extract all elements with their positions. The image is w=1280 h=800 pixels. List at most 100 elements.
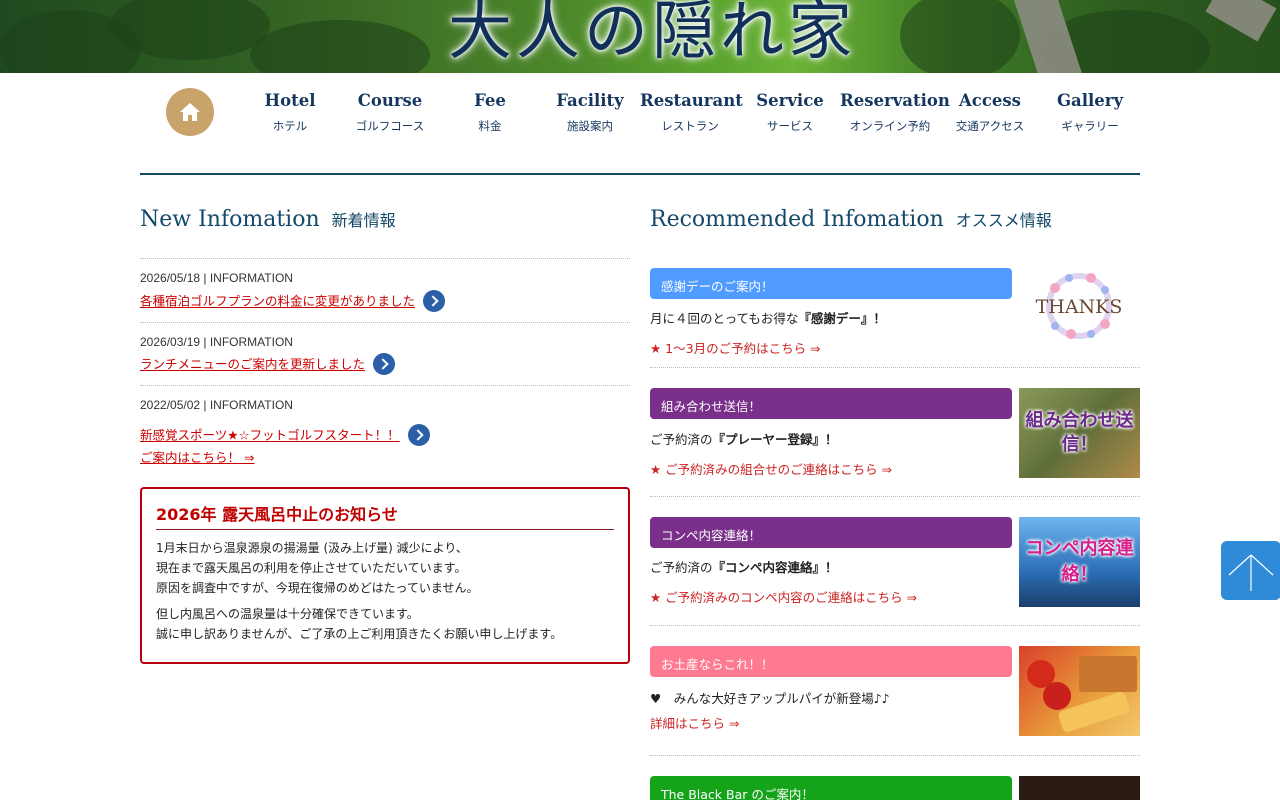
nav-label-jp: レストラン: [661, 119, 719, 133]
nav-item-restaurant[interactable]: Restaurant レストラン: [640, 91, 743, 133]
nav-label-jp: 交通アクセス: [955, 119, 1025, 133]
thanks-thumb-text: THANKS: [1036, 296, 1123, 318]
nav-item-fee[interactable]: Fee 料金: [440, 91, 540, 133]
notice-title: 2026年 露天風呂中止のお知らせ: [156, 501, 614, 530]
nav-label-en: Hotel: [264, 91, 316, 110]
hero-banner: 大人の隠れ家: [0, 0, 1280, 73]
nav-label-en: Facility: [556, 91, 624, 110]
news-item: 2026/03/19 | INFORMATION ランチメニューのご案内を更新し…: [140, 322, 630, 385]
nav-label-jp: サービス: [767, 119, 813, 133]
nav-label-jp: ホテル: [272, 119, 308, 133]
arrow-right-icon[interactable]: [423, 290, 446, 312]
main-nav: Hotel ホテル Course ゴルフコース Fee 料金 Facility …: [140, 73, 1140, 175]
thumb-text: コンペ内容連絡！: [1025, 538, 1134, 585]
recommend-card: The Black Bar のご案内！: [650, 776, 1140, 800]
news-link[interactable]: 各種宿泊ゴルフプランの料金に変更がありました: [140, 294, 415, 309]
nav-label-jp: オンライン予約: [849, 119, 931, 133]
recommend-card-desc: 月に４回のとってもお得な『感謝デー』！: [650, 308, 886, 327]
news-link[interactable]: 新感覚スポーツ★☆フットゴルフスタート！！: [140, 428, 400, 443]
news-title-jp: 新着情報: [331, 211, 396, 230]
thumb-text: 組み合わせ送信！: [1025, 410, 1134, 455]
recommend-card-link[interactable]: ★ ご予約済みのコンペ内容のご連絡はこちら ⇒: [650, 587, 917, 606]
notice-paragraph: 1月末日から温泉源泉の揚湯量 (汲み上げ量) 減少により、 現在まで露天風呂の利…: [156, 538, 614, 598]
nav-label-en: Reservation: [840, 91, 950, 110]
notice-line: 但し内風呂への温泉量は十分確保できています。: [156, 607, 419, 621]
recommend-card-header[interactable]: コンペ内容連絡！: [650, 517, 1012, 548]
desc-text: ♥ みんな大好きアップルパイが新登場♪♪: [650, 691, 890, 706]
nav-item-hotel[interactable]: Hotel ホテル: [240, 91, 340, 133]
news-section-title: New Infomation 新着情報: [140, 207, 396, 232]
news-item: 2026/05/18 | INFORMATION 各種宿泊ゴルフプランの料金に変…: [140, 258, 630, 322]
arrow-right-icon[interactable]: [373, 353, 396, 375]
nav-label-en: Fee: [474, 91, 506, 110]
nav-item-course[interactable]: Course ゴルフコース: [340, 91, 440, 133]
news-link[interactable]: ランチメニューのご案内を更新しました: [140, 357, 365, 372]
black-bar-thumbnail[interactable]: [1019, 776, 1140, 800]
nav-label-jp: ゴルフコース: [355, 119, 425, 133]
recommend-card-link[interactable]: 詳細はこちら ⇒: [650, 713, 739, 732]
desc-text: ご予約済の: [650, 560, 713, 575]
news-meta: 2022/05/02 | INFORMATION: [140, 398, 293, 412]
nav-item-service[interactable]: Service サービス: [740, 91, 840, 133]
recommend-card: 組み合わせ送信！ ご予約済の『プレーヤー登録』！ ★ ご予約済みの組合せのご連絡…: [650, 388, 1140, 497]
recommend-card-header[interactable]: 組み合わせ送信！: [650, 388, 1012, 419]
recommend-card: 感謝デーのご案内！ 月に４回のとってもお得な『感謝デー』！ ★ 1～3月のご予約…: [650, 268, 1140, 368]
notice-box: 2026年 露天風呂中止のお知らせ 1月末日から温泉源泉の揚湯量 (汲み上げ量)…: [140, 487, 630, 664]
apple-pie-thumbnail[interactable]: [1019, 646, 1140, 736]
nav-item-facility[interactable]: Facility 施設案内: [540, 91, 640, 133]
notice-line: 1月末日から温泉源泉の揚湯量 (汲み上げ量) 減少により、: [156, 541, 468, 555]
recommend-card-header[interactable]: The Black Bar のご案内！: [650, 776, 1012, 800]
recommend-card-desc: ご予約済の『コンペ内容連絡』！: [650, 557, 838, 576]
thanks-thumbnail[interactable]: THANKS: [1019, 268, 1140, 358]
hero-title: 大人の隠れ家: [448, 0, 856, 69]
thanks-wreath-image: THANKS: [1036, 273, 1123, 339]
player-registration-thumbnail[interactable]: 組み合わせ送信！: [1019, 388, 1140, 478]
arrow-up-icon: [1228, 554, 1274, 591]
competition-thumbnail[interactable]: コンペ内容連絡！: [1019, 517, 1140, 607]
recommend-card-header[interactable]: 感謝デーのご案内！: [650, 268, 1012, 299]
desc-emphasis: 『感謝デー』！: [798, 311, 886, 326]
hero-road-decoration: [1205, 0, 1277, 42]
home-icon: [180, 103, 200, 121]
news-meta: 2026/05/18 | INFORMATION: [140, 271, 293, 285]
news-meta: 2026/03/19 | INFORMATION: [140, 335, 293, 349]
desc-emphasis: 『プレーヤー登録』！: [712, 432, 838, 447]
news-link-row: 新感覚スポーツ★☆フットゴルフスタート！！: [140, 424, 430, 446]
news-link-row: ランチメニューのご案内を更新しました: [140, 353, 396, 375]
nav-item-reservation[interactable]: Reservation オンライン予約: [840, 91, 950, 133]
recommend-card-link[interactable]: ★ 1～3月のご予約はこちら ⇒: [650, 338, 821, 357]
back-to-top-button[interactable]: [1221, 541, 1280, 600]
news-link-row: 各種宿泊ゴルフプランの料金に変更がありました: [140, 290, 446, 312]
recommended-title-jp: オススメ情報: [955, 211, 1052, 230]
apple-pie-image: [1027, 656, 1137, 732]
nav-label-jp: 料金: [478, 119, 502, 133]
nav-item-gallery[interactable]: Gallery ギャラリー: [1040, 91, 1140, 133]
news-link-secondary[interactable]: ご案内はこちら！ ⇒: [140, 447, 254, 466]
recommended-title-en: Recommended Infomation: [650, 207, 944, 232]
recommend-card-desc: ご予約済の『プレーヤー登録』！: [650, 429, 838, 448]
recommend-card-header[interactable]: お土産ならこれ！！: [650, 646, 1012, 677]
news-item: 2022/05/02 | INFORMATION 新感覚スポーツ★☆フットゴルフ…: [140, 385, 630, 470]
nav-label-en: Gallery: [1056, 91, 1124, 110]
recommend-card: コンペ内容連絡！ ご予約済の『コンペ内容連絡』！ ★ ご予約済みのコンペ内容のご…: [650, 517, 1140, 626]
desc-text: ご予約済の: [650, 432, 713, 447]
recommended-section-title: Recommended Infomation オススメ情報: [650, 207, 1052, 232]
nav-label-jp: 施設案内: [567, 119, 613, 133]
recommend-card: お土産ならこれ！！ ♥ みんな大好きアップルパイが新登場♪♪ 詳細はこちら ⇒: [650, 646, 1140, 756]
nav-label-en: Restaurant: [640, 91, 743, 110]
desc-emphasis: 『コンペ内容連絡』！: [712, 560, 838, 575]
nav-label-en: Access: [959, 91, 1021, 110]
recommend-card-desc: ♥ みんな大好きアップルパイが新登場♪♪: [650, 688, 890, 707]
hero-tree-decoration: [250, 20, 430, 73]
notice-paragraph: 但し内風呂への温泉量は十分確保できています。 誠に申し訳ありませんが、ご了承の上…: [156, 604, 614, 644]
nav-label-en: Service: [756, 91, 824, 110]
nav-label-jp: ギャラリー: [1061, 119, 1119, 133]
nav-item-access[interactable]: Access 交通アクセス: [940, 91, 1040, 133]
recommend-card-link[interactable]: ★ ご予約済みの組合せのご連絡はこちら ⇒: [650, 459, 892, 478]
notice-line: 原因を調査中ですが、今現在復帰のめどはたっていません。: [156, 581, 479, 595]
news-title-en: New Infomation: [140, 207, 320, 232]
home-button[interactable]: [166, 88, 214, 136]
desc-text: 月に４回のとってもお得な: [650, 311, 799, 326]
notice-line: 誠に申し訳ありませんが、ご了承の上ご利用頂きたくお願い申し上げます。: [156, 627, 563, 641]
arrow-right-icon[interactable]: [407, 424, 430, 446]
